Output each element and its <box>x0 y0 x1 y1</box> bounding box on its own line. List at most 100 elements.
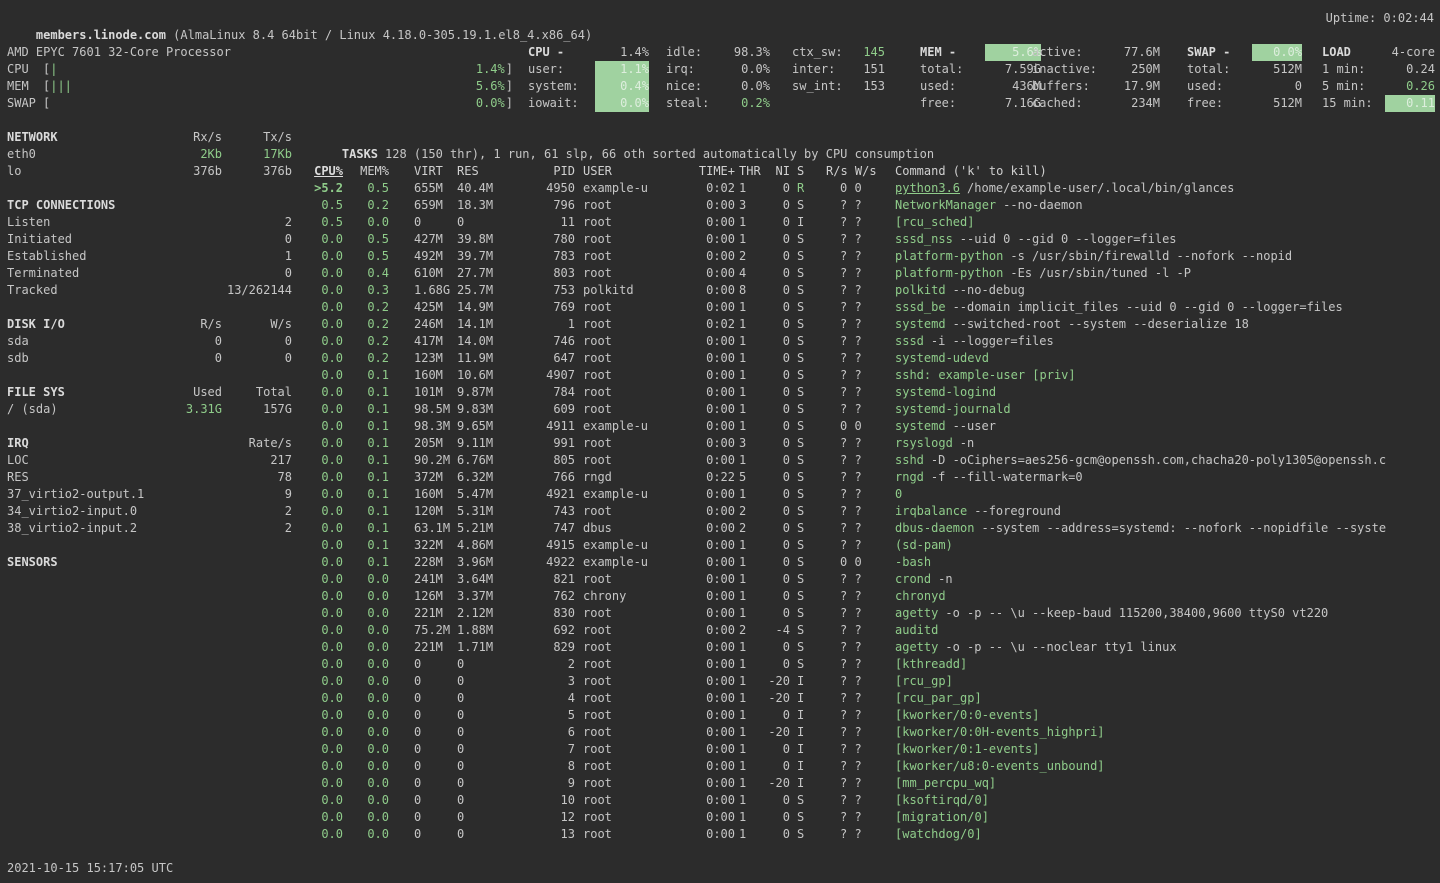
cell-mem: 0.2 <box>353 299 389 316</box>
cell-cpu: 0.0 <box>313 758 343 775</box>
cell-command: auditd <box>895 622 1440 639</box>
cell-virt: 0 <box>414 214 457 231</box>
gap <box>884 231 895 248</box>
cell-time: 0:00 <box>695 622 735 639</box>
gap <box>811 163 826 180</box>
sidebar-value-2 <box>222 180 292 197</box>
command-args: -Es /usr/sbin/tuned -l -P <box>1010 266 1191 280</box>
cell-time: 0:00 <box>695 588 735 605</box>
cell-virt: 0 <box>414 724 457 741</box>
sidebar-line: sdb 0 0 <box>7 350 292 367</box>
gap <box>575 826 583 843</box>
cell-io: ? ? <box>826 316 884 333</box>
command-name: NetworkManager <box>895 198 996 212</box>
cell-user: root <box>583 231 695 248</box>
cell-cpu: 0.0 <box>313 503 343 520</box>
cell-command: (sd-pam) <box>895 537 1440 554</box>
sidebar-value-1 <box>150 248 222 265</box>
cell-state: R <box>797 180 811 197</box>
sidebar-label <box>7 418 150 435</box>
cell-ni: 0 <box>761 554 790 571</box>
cell-user: root <box>583 571 695 588</box>
stat-value: 512M <box>1252 95 1302 112</box>
cell-user: root <box>583 503 695 520</box>
cell-res: 3.64M <box>457 571 500 588</box>
cell-thr: 5 <box>739 469 761 486</box>
cell-mem: 0.1 <box>353 503 389 520</box>
cell-time: 0:00 <box>695 673 735 690</box>
cell-io: ? ? <box>826 588 884 605</box>
cell-res: 6.76M <box>457 452 500 469</box>
sidebar-line: lo 376b 376b <box>7 163 292 180</box>
cell-command: rsyslogd-n <box>895 435 1440 452</box>
cell-cpu: 0.0 <box>313 333 343 350</box>
command-name: dbus-daemon <box>895 521 974 535</box>
cell-thr: 2 <box>739 503 761 520</box>
cell-state: S <box>797 503 811 520</box>
stat-label: idle: <box>666 44 732 61</box>
col-header-user: USER <box>583 163 695 180</box>
cell-user: root <box>583 384 695 401</box>
sidebar-value-1 <box>150 231 222 248</box>
command-name: agetty <box>895 640 938 654</box>
cell-mem: 0.1 <box>353 367 389 384</box>
gap <box>575 520 583 537</box>
gap <box>811 571 826 588</box>
cell-io: ? ? <box>826 707 884 724</box>
cell-mem: 0.5 <box>353 180 389 197</box>
cell-pid: 6 <box>500 724 575 741</box>
cell-mem: 0.0 <box>353 775 389 792</box>
terminal-screen[interactable]: members.linode.com (AlmaLinux 8.4 64bit … <box>0 0 1440 883</box>
cell-res: 5.31M <box>457 503 500 520</box>
col-header-cpu: CPU% <box>313 163 343 180</box>
sidebar-label: Terminated <box>7 265 150 282</box>
gap <box>343 826 353 843</box>
cell-io: ? ? <box>826 333 884 350</box>
gap <box>575 605 583 622</box>
gap <box>884 299 895 316</box>
gap <box>575 758 583 775</box>
gap <box>343 673 353 690</box>
sidebar-line: 37_virtio2-output.1 9 <box>7 486 292 503</box>
sidebar-label <box>7 180 150 197</box>
cell-thr: 1 <box>739 809 761 826</box>
bar-label: MEM <box>7 78 43 95</box>
cell-thr: 1 <box>739 452 761 469</box>
cell-res: 3.96M <box>457 554 500 571</box>
gap <box>343 622 353 639</box>
cell-ni: 0 <box>761 537 790 554</box>
gap <box>389 333 414 350</box>
cell-mem: 0.1 <box>353 401 389 418</box>
gap <box>790 265 797 282</box>
cell-state: I <box>797 775 811 792</box>
cell-cpu: 0.0 <box>313 673 343 690</box>
gap <box>389 690 414 707</box>
stat-line: irq: 0.0% <box>666 61 770 78</box>
cell-io: ? ? <box>826 401 884 418</box>
cell-virt: 75.2M <box>414 622 457 639</box>
gap <box>811 469 826 486</box>
gap <box>389 282 414 299</box>
command-args: -D -oCiphers=aes256-gcm@openssh.com,chac… <box>931 453 1386 467</box>
gap <box>343 707 353 724</box>
gap <box>790 214 797 231</box>
gap <box>790 622 797 639</box>
cell-res: 0 <box>457 656 500 673</box>
cell-thr: 1 <box>739 639 761 656</box>
cell-mem: 0.2 <box>353 197 389 214</box>
cell-user: root <box>583 639 695 656</box>
gap <box>811 435 826 452</box>
cell-thr: 1 <box>739 656 761 673</box>
cell-pid: 2 <box>500 656 575 673</box>
cell-io: ? ? <box>826 367 884 384</box>
cell-pid: 4922 <box>500 554 575 571</box>
cell-res: 1.71M <box>457 639 500 656</box>
gap <box>884 690 895 707</box>
gap <box>790 180 797 197</box>
cell-res: 2.12M <box>457 605 500 622</box>
cell-res: 0 <box>457 826 500 843</box>
gap <box>575 197 583 214</box>
gap <box>884 571 895 588</box>
stat-value: 0.0% <box>595 95 649 112</box>
cell-command: systemd--switched-root --system --deseri… <box>895 316 1440 333</box>
